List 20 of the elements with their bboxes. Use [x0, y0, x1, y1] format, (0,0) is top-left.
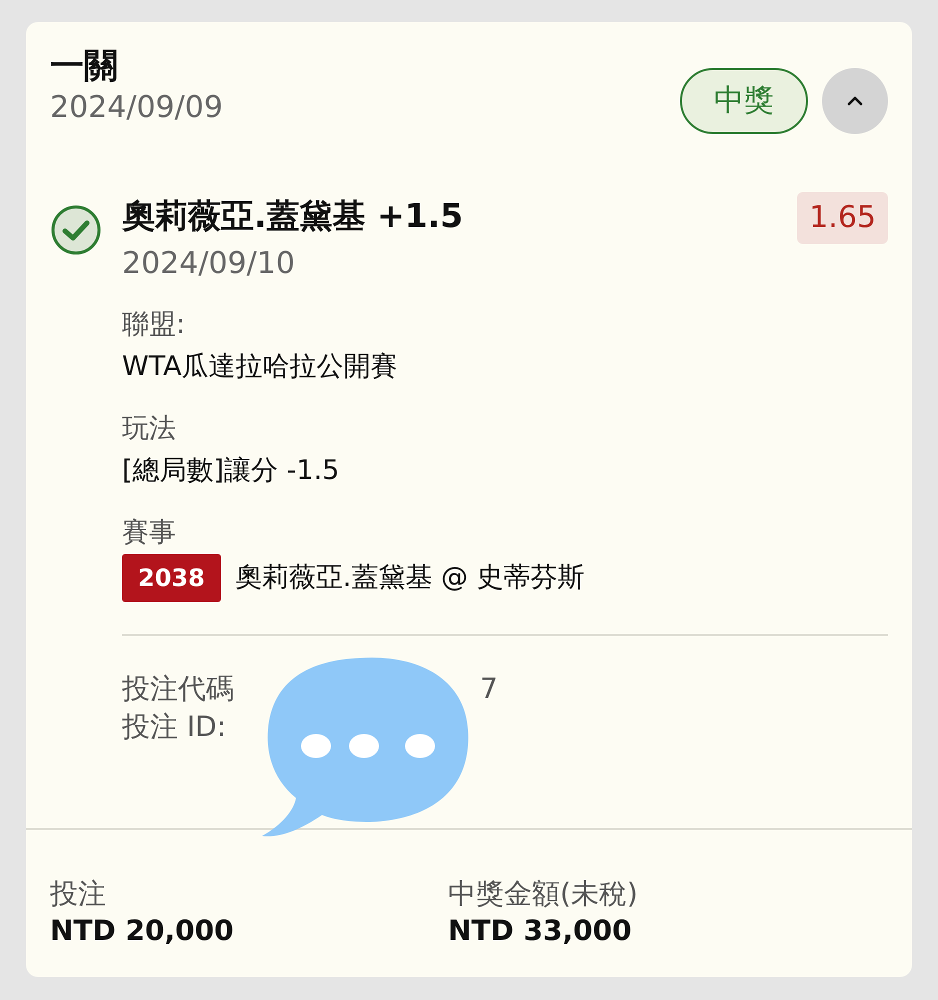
- amount-label: 中獎金額(未稅): [448, 876, 639, 912]
- amount-value: NTD 20,000: [50, 913, 235, 949]
- bet-id-label: 投注 ID:: [122, 709, 226, 745]
- bet-type: 一關: [50, 45, 119, 88]
- detail-label: 聯盟:: [122, 308, 186, 342]
- detail-label: 賽事: [122, 516, 177, 550]
- detail-value: [總局數]讓分 -1.5: [122, 454, 340, 488]
- event-date: 2024/09/10: [122, 245, 296, 283]
- odds-value: 1.65: [797, 192, 888, 244]
- detail-label: 玩法: [122, 412, 177, 446]
- event-code-tag: 2038: [122, 554, 221, 602]
- status-badge: 中獎: [680, 68, 808, 134]
- amount-value: NTD 33,000: [448, 913, 633, 949]
- bet-date: 2024/09/09: [50, 89, 224, 127]
- amount-label: 投注: [50, 876, 107, 912]
- selection-title: 奧莉薇亞.蓋黛基 +1.5: [122, 195, 464, 237]
- bet-code-label: 投注代碼: [122, 671, 234, 707]
- detail-value: WTA瓜達拉哈拉公開賽: [122, 350, 398, 384]
- detail-value: 奧莉薇亞.蓋黛基 @ 史蒂芬斯: [234, 561, 585, 595]
- bet-code-fragment: 7: [480, 671, 498, 707]
